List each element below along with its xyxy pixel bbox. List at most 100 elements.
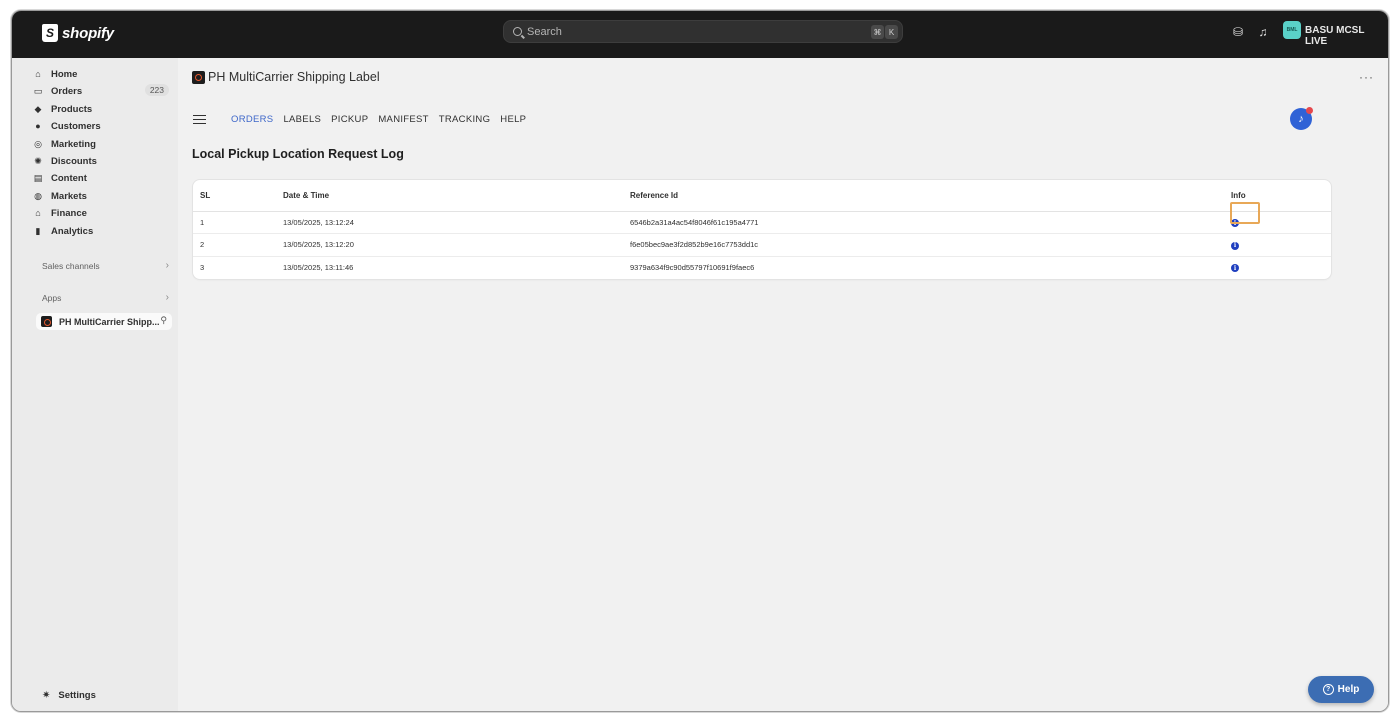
cell-reference: 9379a634f9c90d55797f10691f9faec6 [630, 263, 755, 272]
sidebar-item-settings[interactable]: ✷ Settings [42, 690, 96, 701]
notification-bell-icon[interactable]: ♫ [1256, 25, 1270, 39]
sidebar-item-content[interactable]: ▤ Content [33, 170, 169, 186]
cell-sl: 2 [193, 233, 283, 257]
sidebar-item-label: Orders [51, 85, 83, 97]
table-header-row: SL Date & Time Reference Id Info [193, 180, 1331, 212]
sidebar-item-orders[interactable]: ▭ Orders 223 [33, 83, 169, 99]
apps-section[interactable]: Apps › [42, 292, 169, 303]
sidebar-item-label: Finance [51, 207, 87, 219]
apps-label: Apps [42, 293, 62, 303]
app-logo-icon [192, 70, 205, 84]
chevron-right-icon: › [165, 292, 169, 303]
home-icon: ⌂ [35, 69, 41, 79]
app-title: PH MultiCarrier Shipping Label [208, 70, 380, 84]
notification-dot [1306, 107, 1313, 114]
discount-icon: ✺ [34, 155, 42, 166]
settings-label: Settings [58, 690, 96, 701]
globe-icon: ◍ [34, 190, 42, 201]
cell-info: i [1231, 256, 1331, 279]
request-log-table: SL Date & Time Reference Id Info 1 13/05… [193, 180, 1331, 279]
search-icon [513, 27, 522, 36]
app-logo-icon [41, 316, 52, 327]
column-header-reference: Reference Id [630, 180, 1231, 212]
cell-info: i [1231, 233, 1331, 257]
content-icon: ▤ [33, 172, 43, 183]
main-content: PH MultiCarrier Shipping Label ··· ORDER… [178, 58, 1388, 711]
sidebar-item-label: Discounts [51, 155, 97, 167]
tab-tracking[interactable]: TRACKING [439, 114, 491, 125]
info-icon[interactable]: i [1231, 264, 1239, 273]
tab-manifest[interactable]: MANIFEST [378, 114, 428, 125]
sidebar-item-ph-multicarrier[interactable]: PH MultiCarrier Shipp... ⚲ [36, 313, 172, 330]
sidebar-item-analytics[interactable]: ▮ Analytics [33, 223, 169, 239]
chevron-right-icon: › [165, 260, 169, 271]
command-key-hint: ⌘ [871, 25, 884, 39]
top-bar: shopify Search ⌘ K ⛁ ♫ BML BASU MCSL LIV… [12, 11, 1388, 58]
sidebar-app-label: PH MultiCarrier Shipp... [59, 316, 160, 327]
search-placeholder: Search [527, 25, 562, 38]
app-window: shopify Search ⌘ K ⛁ ♫ BML BASU MCSL LIV… [11, 10, 1389, 712]
sidebar-item-label: Content [51, 172, 87, 184]
sales-channels-label: Sales channels [42, 261, 100, 271]
sidebar-item-markets[interactable]: ◍ Markets [33, 188, 169, 204]
tab-pickup[interactable]: PICKUP [331, 114, 368, 125]
person-icon: ● [35, 121, 41, 131]
question-circle-icon: ? [1322, 684, 1334, 695]
store-name[interactable]: BASU MCSL LIVE [1305, 25, 1388, 47]
more-actions-icon[interactable]: ··· [1359, 70, 1374, 84]
gear-icon: ✷ [42, 690, 51, 701]
page-title: Local Pickup Location Request Log [192, 147, 404, 161]
bell-icon: ♪ [1298, 113, 1304, 125]
table-row: 1 13/05/2025, 13:12:24 6546b2a31a4ac54f8… [193, 211, 1331, 234]
shopify-logo[interactable]: shopify [42, 24, 114, 42]
bank-icon: ⌂ [35, 208, 41, 218]
cell-datetime: 13/05/2025, 13:12:24 [283, 211, 630, 234]
sidekick-icon[interactable]: ⛁ [1231, 25, 1245, 39]
app-notification-button[interactable]: ♪ [1290, 107, 1313, 130]
help-button[interactable]: ? Help [1308, 676, 1374, 703]
sidebar-item-products[interactable]: ◆ Products [33, 101, 169, 117]
sidebar-item-label: Markets [51, 190, 87, 202]
table-row: 2 13/05/2025, 13:12:20 f6e05bec9ae3f2d85… [193, 233, 1331, 257]
bar-chart-icon: ▮ [35, 225, 41, 236]
cell-datetime: 13/05/2025, 13:11:46 [283, 263, 354, 272]
sidebar-item-finance[interactable]: ⌂ Finance [33, 205, 169, 221]
sidebar-item-label: Customers [51, 120, 101, 132]
sidebar-item-customers[interactable]: ● Customers [33, 118, 169, 134]
cell-reference: f6e05bec9ae3f2d852b9e16c7753dd1c [630, 233, 1231, 257]
tab-labels[interactable]: LABELS [283, 114, 321, 125]
app-header: PH MultiCarrier Shipping Label [192, 70, 380, 84]
app-nav-tabs: ORDERS LABELS PICKUP MANIFEST TRACKING H… [231, 114, 526, 125]
request-log-table-card: SL Date & Time Reference Id Info 1 13/05… [193, 180, 1331, 279]
sidebar-item-home[interactable]: ⌂ Home [33, 66, 169, 82]
focus-highlight-box [1230, 202, 1260, 224]
tag-icon: ◆ [34, 103, 42, 114]
column-header-sl: SL [193, 180, 283, 212]
tab-help[interactable]: HELP [500, 114, 526, 125]
pin-icon[interactable]: ⚲ [160, 315, 167, 326]
shopify-wordmark: shopify [62, 24, 114, 42]
k-key-hint: K [885, 25, 898, 39]
cell-reference: 6546b2a31a4ac54f8046f61c195a4771 [630, 211, 1231, 234]
shopify-bag-icon [42, 24, 58, 42]
search-input[interactable]: Search ⌘ K [503, 20, 903, 43]
sales-channels-section[interactable]: Sales channels › [42, 260, 169, 271]
sidebar-item-label: Analytics [51, 225, 94, 237]
sidebar-item-discounts[interactable]: ✺ Discounts [33, 153, 169, 169]
info-icon[interactable]: i [1231, 241, 1239, 250]
sidebar-item-label: Products [51, 103, 93, 115]
sidebar: ⌂ Home ▭ Orders 223 ◆ Products ● Custome… [12, 58, 178, 711]
target-icon: ◎ [34, 138, 42, 149]
sidebar-item-label: Marketing [51, 138, 96, 150]
table-row: 3 13/05/2025, 13:11:46 9379a634f9c90d557… [193, 256, 1331, 279]
tab-orders[interactable]: ORDERS [231, 114, 273, 125]
orders-count-badge: 223 [144, 84, 169, 96]
column-header-datetime: Date & Time [283, 180, 630, 212]
store-avatar[interactable]: BML [1283, 21, 1301, 39]
hamburger-menu-icon[interactable] [193, 115, 206, 124]
orders-icon: ▭ [33, 85, 43, 96]
sidebar-item-marketing[interactable]: ◎ Marketing [33, 136, 169, 152]
help-button-label: Help [1337, 684, 1360, 695]
cell-sl: 1 [193, 211, 283, 234]
cell-datetime: 13/05/2025, 13:12:20 [283, 233, 630, 257]
